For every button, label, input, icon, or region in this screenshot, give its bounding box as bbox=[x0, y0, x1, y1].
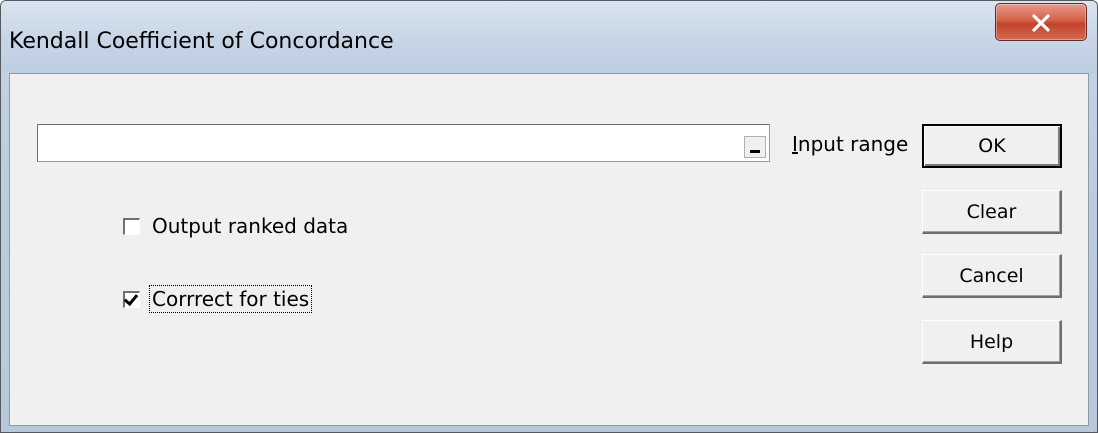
input-range-textbox[interactable] bbox=[38, 125, 769, 161]
window-title: Kendall Coefficient of Concordance bbox=[9, 29, 394, 54]
close-x-icon bbox=[1032, 14, 1050, 32]
title-bar[interactable]: Kendall Coefficient of Concordance bbox=[1, 1, 1097, 73]
input-range-label: Input range bbox=[792, 132, 908, 156]
correct-for-ties-checkbox[interactable] bbox=[123, 290, 140, 308]
correct-for-ties-label: Corrrect for ties bbox=[148, 285, 313, 313]
output-ranked-data-checkbox[interactable] bbox=[123, 217, 140, 235]
help-button[interactable]: Help bbox=[922, 320, 1062, 364]
close-button[interactable] bbox=[995, 3, 1087, 41]
ok-button[interactable]: OK bbox=[922, 124, 1062, 168]
output-ranked-data-label: Output ranked data bbox=[152, 214, 349, 238]
dialog-window: Kendall Coefficient of Concordance Input… bbox=[0, 0, 1098, 433]
clear-button[interactable]: Clear bbox=[922, 190, 1062, 234]
output-ranked-data-option[interactable]: Output ranked data bbox=[123, 211, 350, 241]
dialog-body: Input range OK Clear Cancel Help Output … bbox=[9, 73, 1089, 426]
input-range-label-rest: nput range bbox=[797, 132, 909, 156]
correct-for-ties-option[interactable]: Corrrect for ties bbox=[123, 284, 313, 314]
cancel-button[interactable]: Cancel bbox=[922, 254, 1062, 298]
input-range-field[interactable] bbox=[37, 124, 770, 162]
collapse-dialog-button[interactable] bbox=[744, 136, 766, 158]
